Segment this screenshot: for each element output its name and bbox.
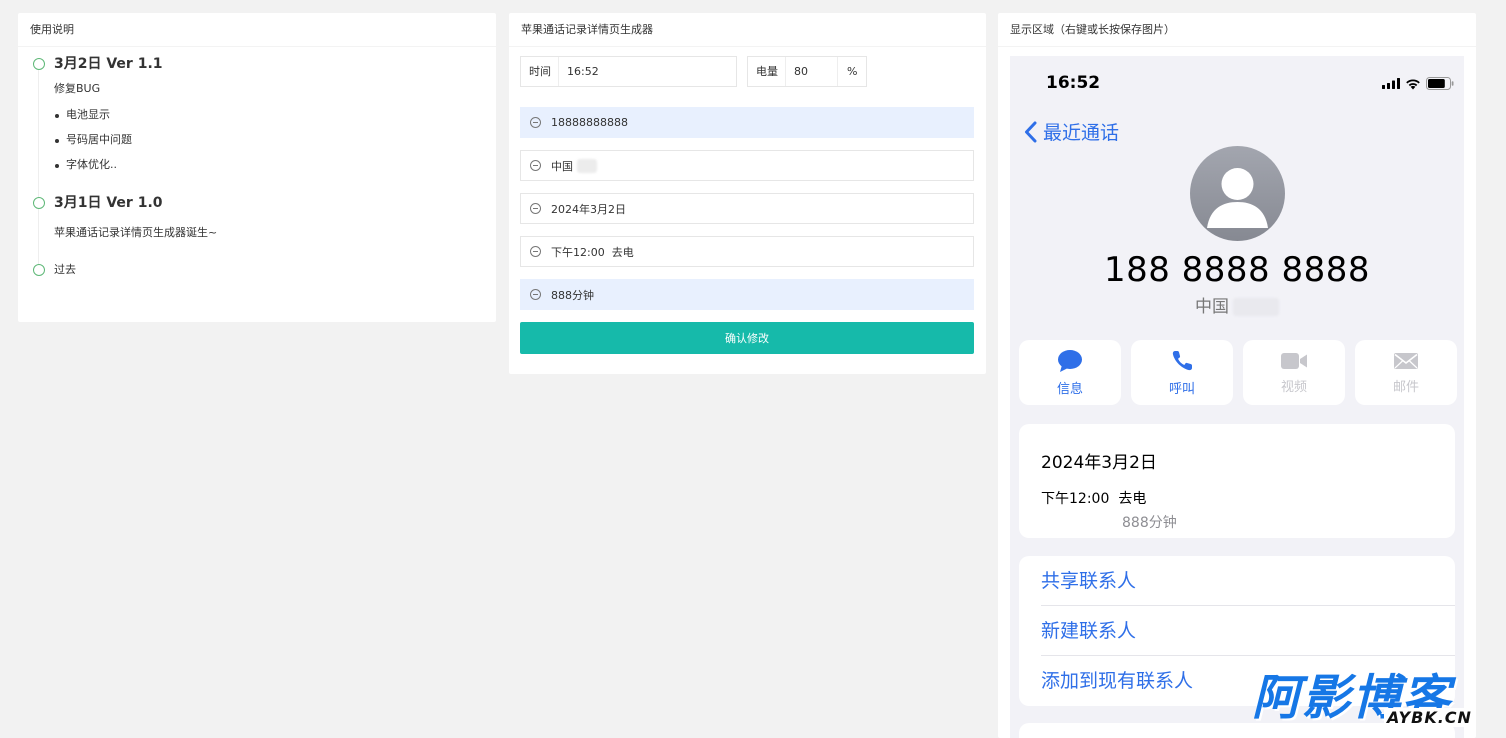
battery-label: 电量: [748, 57, 786, 86]
call-type: 去电: [1118, 491, 1147, 507]
version-title: 3月1日 Ver 1.0: [54, 195, 163, 211]
call-duration: 888分钟: [1122, 515, 1177, 531]
phone-icon: [1172, 350, 1192, 370]
message-button[interactable]: 信息: [1019, 340, 1121, 405]
clock-icon: [530, 160, 541, 171]
message-icon: [1058, 349, 1082, 372]
duration-field[interactable]: [520, 279, 974, 310]
duration-input[interactable]: [551, 281, 951, 308]
phone-screenshot[interactable]: 16:52 最近通话 188 8888 8888 中国 信息 呼叫 视频 邮件 …: [1010, 56, 1464, 738]
location-value[interactable]: 中国: [551, 158, 573, 174]
timeline-item: 3月1日 Ver 1.0 苹果通话记录详情页生成器诞生~: [32, 195, 482, 265]
wifi-icon: [1406, 78, 1420, 89]
clock-icon: [530, 117, 541, 128]
mail-button[interactable]: 邮件: [1355, 340, 1457, 405]
location-text: 中国: [1195, 297, 1229, 317]
call-time: 下午12:00: [1041, 491, 1110, 507]
mail-icon: [1394, 352, 1418, 369]
change-item: 号码居中问题: [54, 133, 482, 147]
change-list: 电池显示 号码居中问题 字体优化..: [54, 108, 482, 172]
action-label: 信息: [1056, 381, 1083, 397]
timeline-line: [38, 70, 39, 198]
video-icon: [1281, 352, 1307, 369]
action-label: 邮件: [1392, 379, 1419, 395]
preview-panel: 显示区域（右键或长按保存图片） 16:52 最近通话 188 8888 8888…: [998, 13, 1476, 738]
confirm-button[interactable]: 确认修改: [520, 322, 974, 354]
contact-avatar: [1190, 146, 1285, 241]
phone-number: 188 8888 8888: [1103, 250, 1371, 290]
action-label: 呼叫: [1168, 381, 1195, 397]
status-time: 16:52: [1046, 73, 1101, 93]
battery-suffix: %: [837, 57, 866, 86]
location-field[interactable]: 中国: [520, 150, 974, 181]
time-battery-row: 时间 电量 %: [520, 56, 867, 87]
battery-field: 电量 %: [747, 56, 867, 87]
change-item: 电池显示: [54, 108, 482, 122]
call-time-input[interactable]: [551, 238, 951, 265]
changelog-panel: 使用说明 3月2日 Ver 1.1 修复BUG 电池显示 号码居中问题 字体优化…: [18, 13, 496, 322]
timeline-dot: [33, 197, 45, 209]
generator-panel: 苹果通话记录详情页生成器 时间 电量 % 中国 确认修改: [509, 13, 986, 374]
battery-icon: [1426, 77, 1454, 90]
time-input[interactable]: [559, 57, 735, 86]
version-title: 3月2日 Ver 1.1: [54, 56, 163, 72]
panel-title: 显示区域（右键或长按保存图片）: [998, 13, 1476, 47]
call-button[interactable]: 呼叫: [1131, 340, 1233, 405]
clock-icon: [530, 289, 541, 300]
panel-title: 使用说明: [18, 13, 496, 47]
timeline-item: 3月2日 Ver 1.1 修复BUG 电池显示 号码居中问题 字体优化..: [32, 56, 482, 198]
number-field[interactable]: [520, 107, 974, 138]
change-item: 字体优化..: [54, 158, 482, 172]
battery-input[interactable]: [786, 57, 837, 86]
new-contact-item[interactable]: 新建联系人: [1041, 606, 1455, 656]
timeline-past: 过去: [54, 263, 76, 276]
time-field: 时间: [520, 56, 737, 87]
blurred-text: [1233, 298, 1279, 316]
date-field[interactable]: [520, 193, 974, 224]
date-input[interactable]: [551, 195, 951, 222]
clock-icon: [530, 246, 541, 257]
chevron-left-icon: [1025, 121, 1037, 142]
phone-location: 中国: [1010, 292, 1464, 317]
clock-icon: [530, 203, 541, 214]
status-icons: [1382, 77, 1454, 90]
blurred-text: [577, 158, 597, 173]
person-icon: [1207, 168, 1268, 228]
action-label: 视频: [1280, 379, 1307, 395]
call-line: 下午12:00 去电: [1041, 488, 1433, 508]
watermark-logo: 阿影博客 AYBK.CN: [1252, 672, 1488, 732]
timeline: 3月2日 Ver 1.1 修复BUG 电池显示 号码居中问题 字体优化.. 3月…: [18, 47, 496, 277]
call-date: 2024年3月2日: [1041, 453, 1157, 473]
version-desc: 苹果通话记录详情页生成器诞生~: [54, 226, 218, 239]
version-desc: 修复BUG: [54, 82, 101, 95]
back-label: 最近通话: [1043, 122, 1120, 144]
watermark-sub: AYBK.CN: [1384, 708, 1475, 727]
video-button[interactable]: 视频: [1243, 340, 1345, 405]
back-button[interactable]: 最近通话: [1024, 118, 1119, 145]
timeline-dot: [33, 58, 45, 70]
time-label: 时间: [521, 57, 559, 86]
timeline-line: [38, 209, 39, 265]
panel-title: 苹果通话记录详情页生成器: [509, 13, 986, 47]
number-input[interactable]: [551, 109, 951, 136]
timeline-item: 过去: [32, 263, 482, 277]
call-time-field[interactable]: [520, 236, 974, 267]
call-details-card: 2024年3月2日 下午12:00 去电 888分钟: [1019, 424, 1455, 538]
signal-icon: [1382, 78, 1400, 89]
share-contact-item[interactable]: 共享联系人: [1041, 556, 1455, 606]
timeline-dot: [33, 264, 45, 276]
action-buttons: 信息 呼叫 视频 邮件: [1019, 340, 1457, 405]
